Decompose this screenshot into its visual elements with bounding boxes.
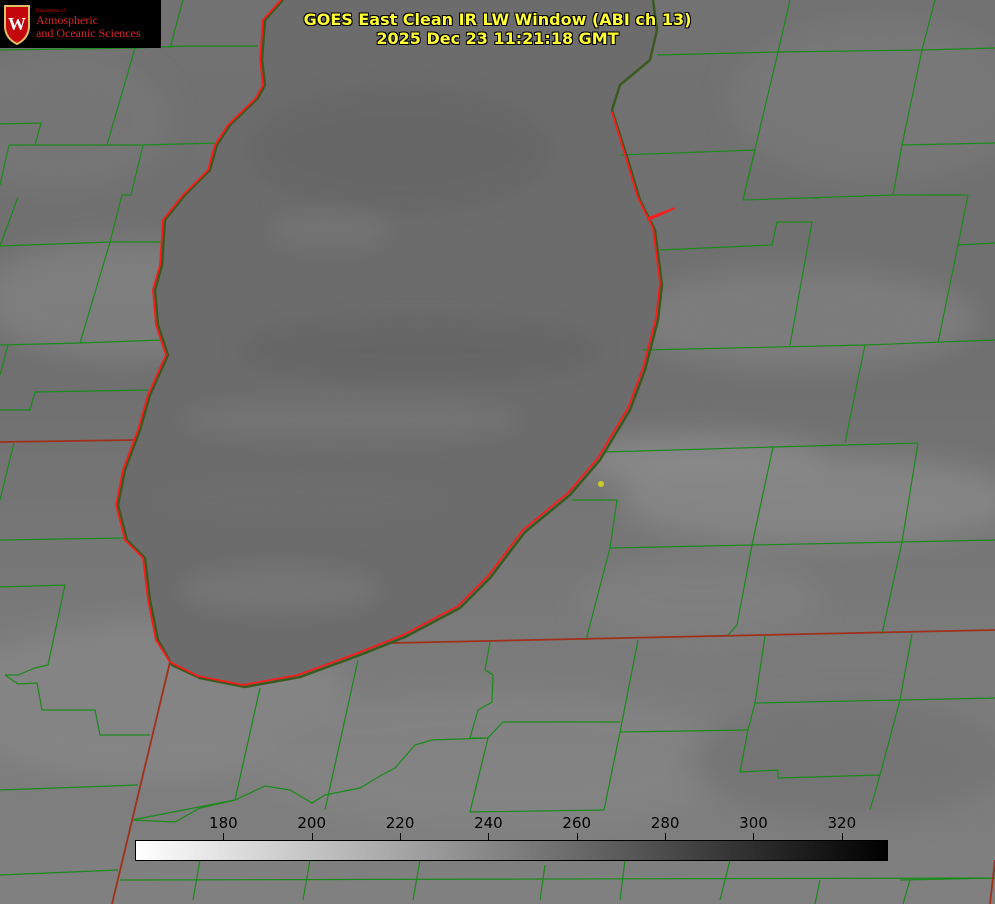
- crest-letter: W: [8, 14, 26, 34]
- colorbar-tick-labels: 180 200 220 240 260 280 300 320: [135, 814, 887, 840]
- logo-line-1: Atmospheric: [36, 13, 98, 28]
- colorbar-tick-mark: [311, 833, 313, 840]
- colorbar-tick-label: 240: [474, 814, 503, 832]
- uw-aos-logo: W Department of Atmospheric and Oceanic …: [0, 0, 161, 48]
- colorbar-tick-label: 300: [739, 814, 768, 832]
- colorbar-tick-label: 180: [209, 814, 238, 832]
- colorbar-tick-mark: [488, 833, 490, 840]
- bay-inlet: [647, 207, 676, 222]
- logo-line-2: and Oceanic Sciences: [36, 25, 141, 40]
- colorbar-tick-mark: [400, 833, 402, 840]
- colorbar-tick-label: 320: [827, 814, 857, 832]
- satellite-map: [0, 0, 995, 904]
- colorbar-tick-mark: [841, 833, 843, 840]
- colorbar-tick-mark: [753, 833, 755, 840]
- colorbar-tick-label: 220: [385, 814, 415, 832]
- uw-crest-icon: W: [4, 5, 30, 46]
- colorbar-tick-mark: [576, 833, 578, 840]
- colorbar-tick-label: 200: [297, 814, 327, 832]
- colorbar-tick-mark: [665, 833, 667, 840]
- location-dot-icon: [598, 481, 604, 487]
- colorbar: [135, 840, 888, 861]
- colorbar-tick-label: 280: [650, 814, 680, 832]
- satellite-map-viewport: W Department of Atmospheric and Oceanic …: [0, 0, 995, 904]
- colorbar-tick-mark: [223, 833, 225, 840]
- colorbar-tick-label: 260: [562, 814, 592, 832]
